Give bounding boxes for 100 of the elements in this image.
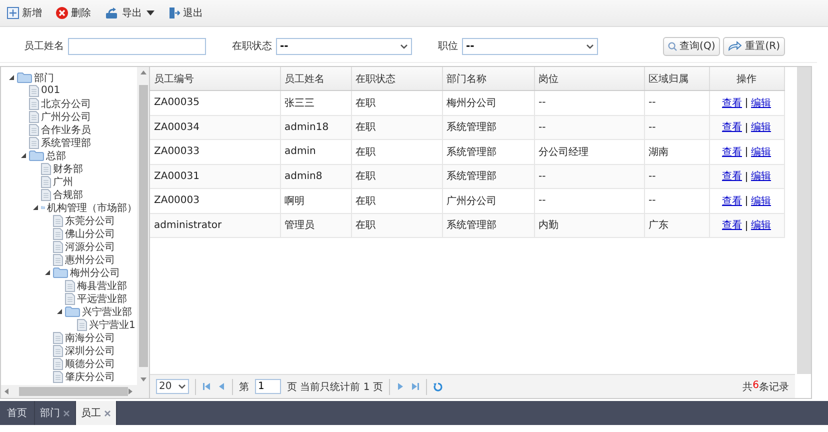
tree-item[interactable]: 北京分公司 xyxy=(41,96,91,110)
table-cell: 广州分公司 xyxy=(442,188,534,213)
edit-link[interactable]: 编辑 xyxy=(751,196,771,207)
document-icon xyxy=(53,254,63,266)
chevron-icon xyxy=(586,44,594,48)
tree-item[interactable]: 广州分公司 xyxy=(41,110,91,124)
view-link[interactable]: 查看 xyxy=(722,171,742,182)
toolbar-button[interactable]: 删除 xyxy=(55,4,92,22)
table-cell: 内勤 xyxy=(534,213,644,238)
view-link[interactable]: 查看 xyxy=(722,146,742,158)
tab[interactable]: 员工 xyxy=(76,401,117,425)
next-page-icon[interactable] xyxy=(396,382,405,391)
refresh-icon[interactable] xyxy=(432,382,443,392)
toolbar-button[interactable]: 退出 xyxy=(168,4,204,22)
toolbar-button[interactable]: 导出 xyxy=(104,4,156,22)
curved-arrow-icon xyxy=(728,41,742,51)
tree-item[interactable]: 佛山分公司 xyxy=(65,226,115,240)
table-cell: -- xyxy=(644,164,709,188)
table-cell: 在职 xyxy=(351,90,442,115)
view-link[interactable]: 查看 xyxy=(722,196,742,207)
first-page-icon[interactable] xyxy=(202,382,211,391)
scrollbar-thumb[interactable] xyxy=(138,85,148,367)
view-link[interactable]: 查看 xyxy=(722,122,742,134)
scroll-left-icon xyxy=(4,388,9,395)
tab[interactable]: 首页 xyxy=(0,401,35,425)
scrollbar-thumb[interactable] xyxy=(18,387,128,396)
table-cell: 湖南 xyxy=(644,140,709,164)
tree-item[interactable]: 财务部 xyxy=(53,162,83,176)
view-link[interactable]: 查看 xyxy=(722,220,742,232)
table-cell: ZA00033 xyxy=(150,140,280,164)
tree-item[interactable]: 平远营业部 xyxy=(77,292,127,306)
toolbar-button[interactable]: 新增 xyxy=(6,4,43,22)
edit-link[interactable]: 编辑 xyxy=(751,98,771,109)
document-icon xyxy=(53,358,63,370)
tree-item[interactable]: 系统管理部 xyxy=(41,136,91,150)
search-button[interactable]: 查询(Q) xyxy=(662,36,720,56)
expander-icon[interactable] xyxy=(20,152,26,159)
expander-icon[interactable] xyxy=(8,74,14,81)
column-header: 区域归属 xyxy=(644,67,709,90)
tree-item[interactable]: 001 xyxy=(41,85,60,96)
tree-item[interactable]: 南海分公司 xyxy=(65,330,115,344)
tree-item[interactable]: 深圳分公司 xyxy=(65,344,115,358)
tree-item[interactable]: 合规部 xyxy=(53,188,83,202)
delete-icon xyxy=(56,7,68,19)
scroll-down-icon xyxy=(140,377,146,382)
view-link[interactable]: 查看 xyxy=(722,98,742,109)
chevron-icon xyxy=(400,44,408,48)
edit-link[interactable]: 编辑 xyxy=(751,220,771,232)
tree-item[interactable]: 部门 xyxy=(34,70,54,84)
column-header: 操作 xyxy=(709,67,784,90)
reset-button[interactable]: 重置(R) xyxy=(723,36,785,56)
export-icon xyxy=(105,7,118,19)
tree-item[interactable]: 机构管理（市场部） xyxy=(47,200,137,214)
tree-item[interactable]: 合作业务员 xyxy=(41,122,91,136)
folder-icon xyxy=(17,72,32,83)
table-cell: -- xyxy=(534,188,644,213)
input-field[interactable] xyxy=(68,38,206,54)
select-field[interactable]: -- xyxy=(276,38,412,54)
folder-icon xyxy=(29,150,44,161)
tree-item[interactable]: 东莞分公司 xyxy=(65,214,115,228)
table-cell: 在职 xyxy=(351,213,442,238)
tree-item[interactable]: 河源分公司 xyxy=(65,240,115,254)
page-input[interactable]: 1 xyxy=(255,379,281,394)
tree-item[interactable]: 梅县营业部 xyxy=(77,278,127,292)
table-cell: 梅州分公司 xyxy=(442,90,534,115)
tree-item[interactable]: 兴宁营业部 xyxy=(82,304,132,318)
page-size-select[interactable]: 20 xyxy=(156,379,189,394)
scroll-up-icon xyxy=(140,70,146,75)
field-label: 在职状态 xyxy=(232,40,272,53)
edit-link[interactable]: 编辑 xyxy=(751,146,771,158)
document-icon xyxy=(29,110,39,122)
expander-icon[interactable] xyxy=(44,269,50,276)
field-label: 职位 xyxy=(438,40,458,53)
select-field[interactable]: -- xyxy=(462,38,598,54)
tree-item[interactable]: 总部 xyxy=(46,148,66,162)
table-cell: -- xyxy=(644,90,709,115)
table-cell: admin8 xyxy=(280,164,351,188)
tree-item[interactable]: 广州 xyxy=(53,174,73,188)
table-cell: 在职 xyxy=(351,115,442,140)
document-icon xyxy=(53,240,63,252)
last-page-icon[interactable] xyxy=(410,382,420,391)
expander-icon[interactable] xyxy=(32,204,38,211)
tree-item[interactable]: 兴宁营业1 xyxy=(89,318,136,332)
table-cell: administrator xyxy=(150,213,280,238)
close-icon[interactable] xyxy=(63,410,70,416)
edit-link[interactable]: 编辑 xyxy=(751,171,771,182)
edit-link[interactable]: 编辑 xyxy=(751,122,771,134)
column-header: 员工编号 xyxy=(150,67,280,90)
tree-item[interactable]: 惠州分公司 xyxy=(65,252,115,266)
column-header: 员工姓名 xyxy=(280,67,351,90)
previous-page-icon[interactable] xyxy=(217,382,226,391)
document-icon xyxy=(53,214,63,226)
close-icon[interactable] xyxy=(104,410,111,416)
tree-item[interactable]: 顺德分公司 xyxy=(65,356,115,370)
document-icon xyxy=(41,176,51,188)
expander-icon[interactable] xyxy=(56,308,62,315)
document-icon xyxy=(53,370,63,382)
document-icon xyxy=(41,162,51,174)
tree-item[interactable]: 肇庆分公司 xyxy=(65,370,115,384)
tree-item[interactable]: 梅州分公司 xyxy=(70,266,120,280)
